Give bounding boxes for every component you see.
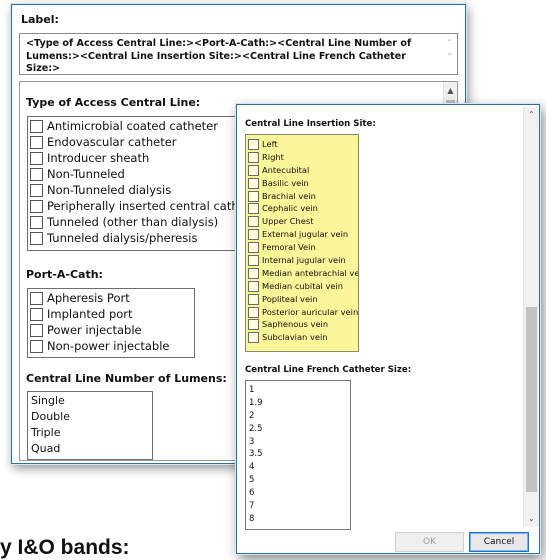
list-item[interactable]: Saphenous vein [246, 318, 358, 331]
checkbox[interactable] [248, 229, 259, 241]
checkbox[interactable] [30, 183, 43, 197]
port-a-cath-heading: Port-A-Cath: [26, 268, 103, 281]
list-item[interactable]: Endovascular catheter [28, 134, 262, 150]
checkbox[interactable] [30, 291, 43, 305]
checkbox[interactable] [30, 231, 43, 245]
background-caption: y I&O bands: [0, 536, 130, 559]
lumens-heading: Central Line Number of Lumens: [26, 372, 227, 385]
list-item[interactable]: Peripherally inserted central catheter [28, 198, 262, 214]
checkbox[interactable] [248, 216, 259, 228]
checkbox[interactable] [248, 203, 259, 215]
list-item[interactable]: External jugular vein [246, 228, 358, 241]
lumens-list: Single Double Triple Quad [27, 391, 153, 460]
checkbox[interactable] [248, 164, 259, 176]
cancel-button[interactable]: Cancel [469, 532, 529, 552]
insertion-site-list: Left Right Antecubital Basilic vein Brac… [245, 134, 359, 352]
list-item[interactable]: 4 [246, 461, 263, 474]
site-window-scrollbar[interactable]: ⌃ ⌄ [523, 107, 539, 527]
checkbox[interactable] [30, 119, 43, 133]
checkbox[interactable] [30, 339, 43, 353]
insertion-site-window: Central Line Insertion Site: Left Right … [236, 104, 540, 554]
list-item[interactable]: 3.5 [246, 448, 263, 461]
checkbox[interactable] [30, 135, 43, 149]
checkbox[interactable] [30, 323, 43, 337]
list-item[interactable]: Non-power injectable [28, 338, 169, 354]
list-item[interactable]: Femoral Vein [246, 241, 358, 254]
scroll-thumb[interactable] [526, 307, 537, 492]
checkbox[interactable] [248, 293, 259, 305]
list-item[interactable]: Median antebrachial vein [246, 267, 358, 280]
list-item[interactable]: Non-Tunneled [28, 166, 262, 182]
list-item[interactable]: 1 [246, 384, 263, 397]
checkbox[interactable] [248, 138, 259, 150]
list-item[interactable]: Tunneled dialysis/pheresis [28, 230, 262, 246]
label-heading: Label: [21, 13, 59, 26]
checkbox[interactable] [30, 199, 43, 213]
list-item[interactable]: Basilic vein [246, 177, 358, 190]
checkbox[interactable] [248, 267, 259, 279]
checkbox[interactable] [248, 280, 259, 292]
checkbox[interactable] [248, 190, 259, 202]
list-item[interactable]: Brachial vein [246, 190, 358, 203]
checkbox[interactable] [248, 242, 259, 254]
checkbox[interactable] [248, 319, 259, 331]
list-item[interactable]: Antecubital [246, 164, 358, 177]
list-item[interactable]: Subclavian vein [246, 331, 358, 344]
list-item[interactable]: 2 [246, 410, 263, 423]
checkbox[interactable] [30, 307, 43, 321]
list-item[interactable]: Popliteal vein [246, 293, 358, 306]
access-type-heading: Type of Access Central Line: [26, 96, 201, 109]
list-item[interactable]: Upper Chest [246, 215, 358, 228]
checkbox[interactable] [248, 332, 259, 344]
french-size-heading: Central Line French Catheter Size: [245, 365, 412, 375]
list-item[interactable]: Power injectable [28, 322, 169, 338]
list-item[interactable]: Internal jugular vein [246, 254, 358, 267]
list-item[interactable]: Triple [28, 425, 70, 441]
list-item[interactable]: Antimicrobial coated catheter [28, 118, 262, 134]
label-value: <Type of Access Central Line:><Port-A-Ca… [26, 38, 412, 74]
checkbox[interactable] [30, 215, 43, 229]
checkbox[interactable] [248, 254, 259, 266]
checkbox[interactable] [30, 167, 43, 181]
list-item[interactable]: 8 [246, 513, 263, 526]
scroll-up-icon[interactable]: ▲ [444, 85, 457, 97]
list-item[interactable]: Left [246, 138, 358, 151]
list-item[interactable]: Tunneled (other than dialysis) [28, 214, 262, 230]
scroll-up-icon[interactable]: ⌃ [524, 109, 539, 121]
list-item[interactable]: Right [246, 151, 358, 164]
list-item[interactable]: Non-Tunneled dialysis [28, 182, 262, 198]
list-item[interactable]: Double [28, 409, 70, 425]
label-text-field[interactable]: <Type of Access Central Line:><Port-A-Ca… [19, 33, 458, 75]
list-item[interactable]: Median cubital vein [246, 280, 358, 293]
french-size-list: 1 1.9 2 2.5 3 3.5 4 5 6 7 8 [245, 380, 351, 530]
insertion-site-heading: Central Line Insertion Site: [245, 119, 376, 129]
list-item[interactable]: 7 [246, 500, 263, 513]
list-item[interactable]: Apheresis Port [28, 290, 169, 306]
checkbox[interactable] [248, 306, 259, 318]
scroll-down-icon[interactable]: ⌄ [524, 513, 539, 525]
list-item[interactable]: Implanted port [28, 306, 169, 322]
list-item[interactable]: 2.5 [246, 423, 263, 436]
checkbox[interactable] [248, 151, 259, 163]
checkbox[interactable] [30, 151, 43, 165]
list-item[interactable]: Introducer sheath [28, 150, 262, 166]
list-item[interactable]: Quad [28, 441, 70, 457]
checkbox[interactable] [248, 177, 259, 189]
list-item[interactable]: Single [28, 393, 70, 409]
list-item[interactable]: 6 [246, 487, 263, 500]
label-scroll-arrows[interactable]: ⌃ ⌄ [446, 38, 453, 58]
port-a-cath-list: Apheresis Port Implanted port Power inje… [27, 288, 195, 358]
list-item[interactable]: 5 [246, 474, 263, 487]
list-item[interactable]: 1.9 [246, 397, 263, 410]
ok-button[interactable]: OK [395, 532, 464, 552]
list-item[interactable]: Posterior auricular vein [246, 306, 358, 319]
list-item[interactable]: 3 [246, 436, 263, 449]
list-item[interactable]: Cephalic vein [246, 202, 358, 215]
